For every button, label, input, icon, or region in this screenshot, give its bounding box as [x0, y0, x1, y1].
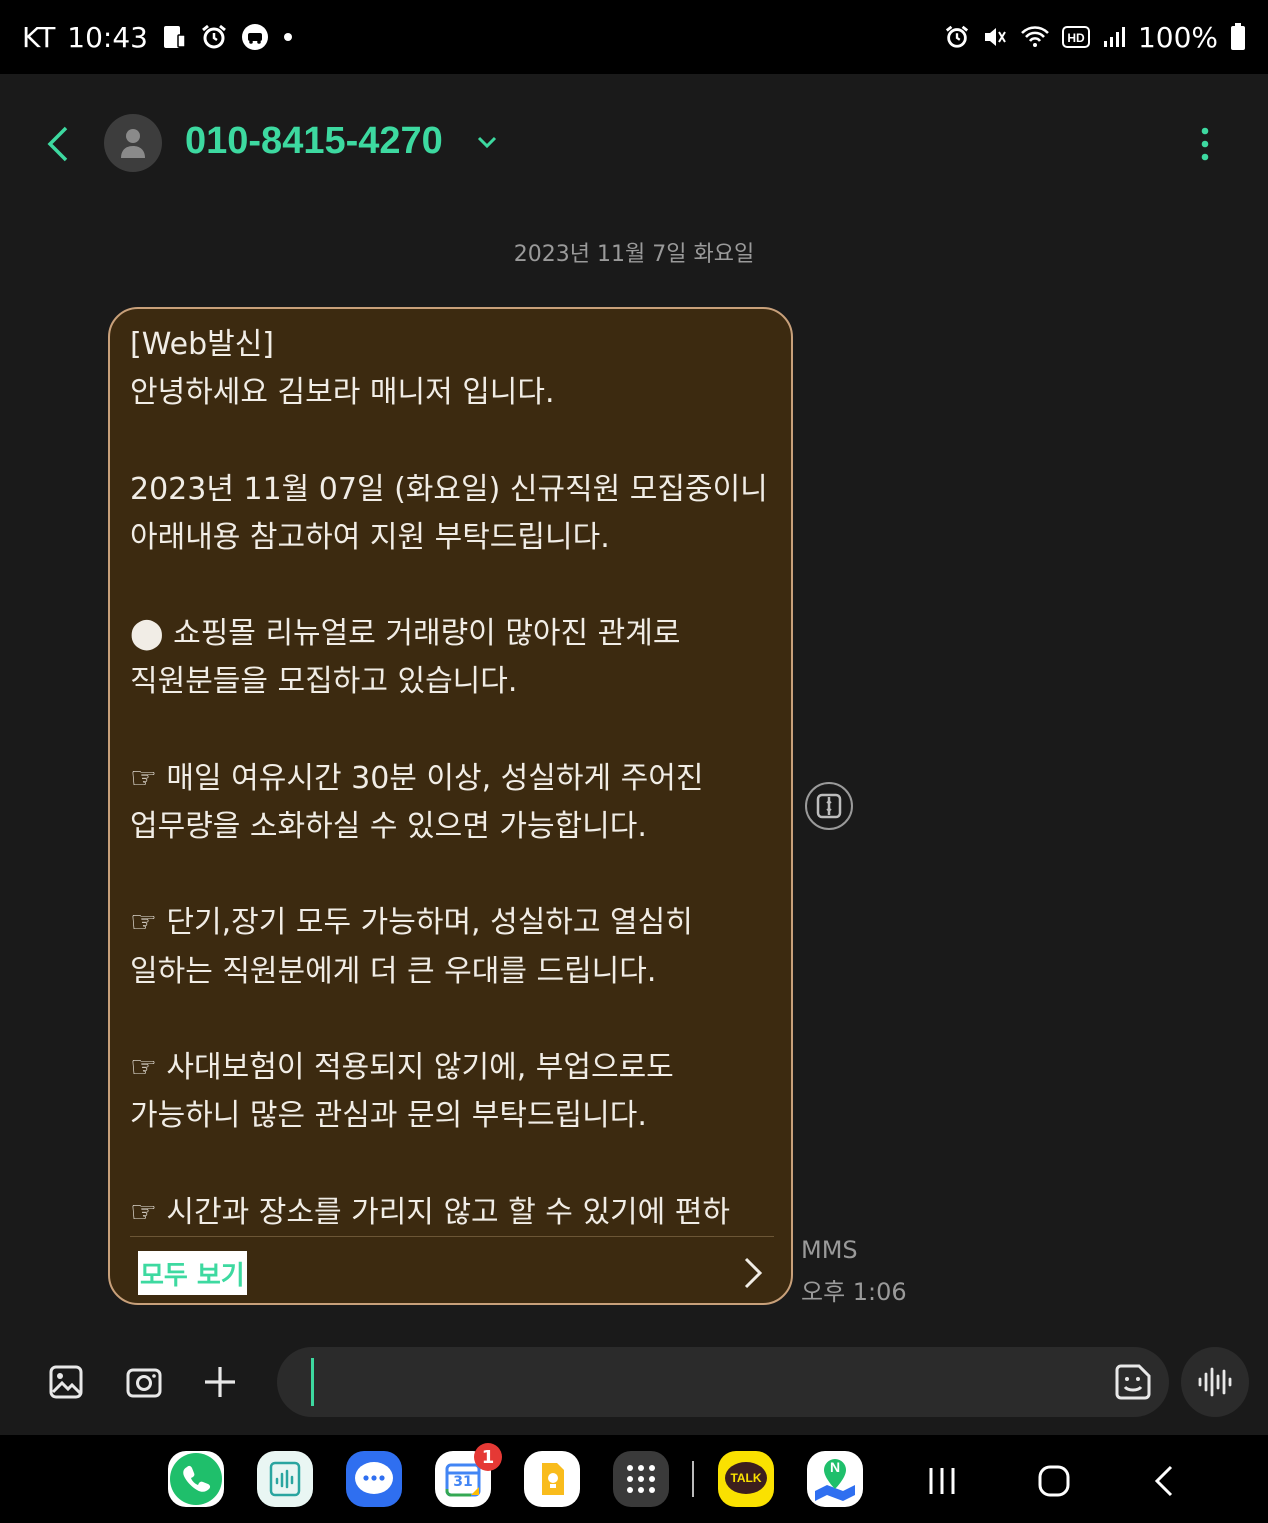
more-notifications-dot-icon — [282, 22, 294, 52]
camera-icon — [126, 1368, 162, 1398]
attach-more-button[interactable] — [200, 1362, 240, 1402]
battery-icon — [1230, 22, 1246, 52]
phone-icon — [170, 1453, 222, 1505]
view-all-button[interactable]: 모두 보기 — [138, 1251, 247, 1295]
dock-divider — [692, 1461, 694, 1497]
mute-icon — [982, 22, 1008, 52]
waveform-icon — [1198, 1367, 1232, 1397]
chat-bubble-icon — [355, 1462, 393, 1494]
gallery-button[interactable] — [46, 1362, 86, 1402]
translate-icon — [816, 793, 842, 819]
status-left: KT 10:43 — [22, 21, 294, 54]
carrier-label: KT — [22, 20, 56, 54]
navigation-bar: 31 1 TALK N — [0, 1435, 1268, 1523]
grid-icon — [627, 1465, 655, 1493]
sticker-icon — [1115, 1364, 1151, 1400]
image-icon — [49, 1365, 83, 1399]
signal-icon — [1102, 22, 1126, 52]
camera-button[interactable] — [124, 1362, 164, 1402]
message-timestamp: 오후 1:06 — [801, 1278, 907, 1306]
voice-recorder-app-button[interactable] — [257, 1451, 313, 1507]
hd-voice-icon: HD — [1061, 22, 1090, 52]
message-text: [Web발신] 안녕하세요 김보라 매니저 입니다. 2023년 11월 07일… — [130, 327, 768, 1230]
back-arrow-icon — [47, 126, 68, 162]
calendar-day-label: 31 — [453, 1474, 473, 1490]
keep-notes-app-button[interactable] — [524, 1451, 580, 1507]
date-separator: 2023년 11월 7일 화요일 — [513, 242, 755, 267]
more-vertical-icon — [1201, 127, 1209, 161]
message-input[interactable] — [277, 1347, 1169, 1417]
conversation-header: 010-8415-4270 — [0, 74, 1268, 214]
message-bubble[interactable]: [Web발신] 안녕하세요 김보라 매니저 입니다. 2023년 11월 07일… — [108, 307, 793, 1305]
clock: 10:43 — [67, 20, 148, 54]
back-button[interactable] — [38, 124, 78, 164]
text-caret — [311, 1358, 314, 1406]
wifi-icon — [1020, 22, 1050, 52]
person-icon — [121, 129, 145, 158]
contact-number[interactable]: 010-8415-4270 — [185, 120, 443, 163]
naver-map-label: N — [829, 1459, 841, 1475]
status-bar: KT 10:43 HD 100% — [0, 0, 1268, 74]
voice-record-button[interactable] — [1181, 1347, 1249, 1417]
message-type-label: MMS — [801, 1236, 858, 1264]
battery-level: 100% — [1137, 20, 1218, 54]
chevron-down-icon — [477, 136, 497, 149]
phone-app-button[interactable] — [168, 1451, 224, 1507]
alarm-icon — [200, 22, 228, 52]
svg-text:HD: HD — [1067, 31, 1085, 45]
voice-recorder-icon — [269, 1461, 301, 1497]
sticker-button[interactable] — [1113, 1362, 1153, 1406]
status-right: HD 100% — [944, 21, 1246, 54]
notification-phone-icon — [160, 22, 188, 52]
contact-expand-button[interactable] — [476, 134, 498, 154]
system-back-button[interactable] — [1146, 1461, 1186, 1501]
recent-apps-button[interactable] — [922, 1461, 962, 1501]
kakaotalk-label: TALK — [730, 1471, 762, 1485]
home-icon — [1038, 1465, 1070, 1497]
bubble-divider — [130, 1236, 774, 1237]
contact-avatar[interactable] — [104, 114, 162, 172]
note-bulb-icon — [542, 1463, 564, 1495]
messages-app-button[interactable] — [346, 1451, 402, 1507]
calendar-notification-badge: 1 — [474, 1443, 502, 1471]
more-options-button[interactable] — [1190, 124, 1220, 164]
plus-icon — [205, 1367, 235, 1397]
home-button[interactable] — [1034, 1461, 1074, 1501]
chevron-right-icon — [744, 1257, 763, 1289]
car-mode-icon — [240, 22, 270, 52]
system-back-icon — [1154, 1465, 1173, 1497]
app-drawer-button[interactable] — [613, 1451, 669, 1507]
recent-apps-icon — [929, 1468, 955, 1494]
compose-bar — [0, 1340, 1268, 1435]
alarm-status-icon — [944, 22, 970, 52]
translate-button[interactable] — [805, 782, 853, 830]
view-all-arrow-button[interactable] — [738, 1255, 768, 1295]
